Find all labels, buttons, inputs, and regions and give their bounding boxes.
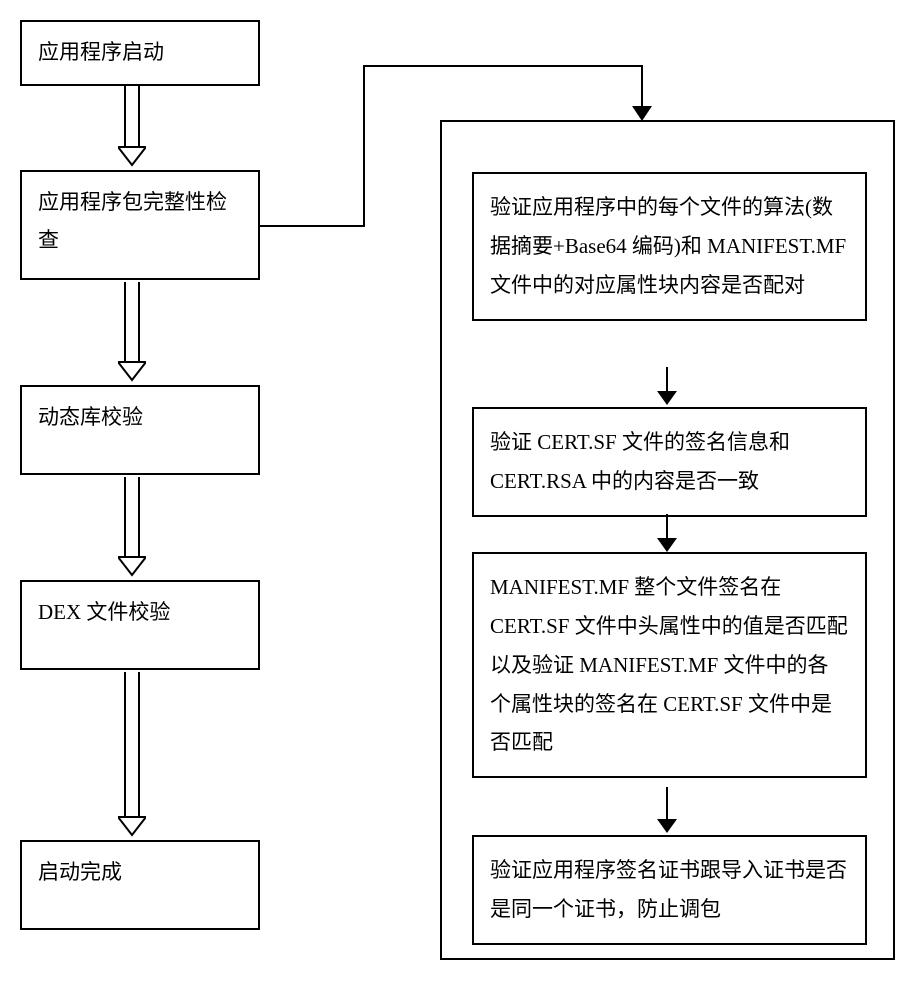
connector-v2 [641,65,643,111]
arrow-sub-1 [657,367,677,407]
connector-h2 [363,65,643,67]
connector-v1 [363,65,365,227]
arrow-down-3 [118,477,146,577]
step-label: 应用程序包完整性检查 [38,190,227,252]
connector-h1 [260,225,365,227]
step-dynamic-lib-check: 动态库校验 [20,385,260,475]
arrow-sub-2 [657,514,677,554]
step-launch-complete: 启动完成 [20,840,260,930]
substep-verify-certsf: 验证 CERT.SF 文件的签名信息和 CERT.RSA 中的内容是否一致 [472,407,867,517]
arrow-down-4 [118,672,146,837]
arrow-down-1 [118,85,146,167]
arrow-sub-3 [657,787,677,835]
substep-label: 验证应用程序中的每个文件的算法(数据摘要+Base64 编码)和 MANIFES… [490,195,846,297]
step-label: 启动完成 [38,860,122,884]
step-app-launch: 应用程序启动 [20,20,260,86]
detail-panel: 验证应用程序中的每个文件的算法(数据摘要+Base64 编码)和 MANIFES… [440,120,895,960]
substep-label: MANIFEST.MF 整个文件签名在 CERT.SF 文件中头属性中的值是否匹… [490,575,848,754]
substep-label: 验证 CERT.SF 文件的签名信息和 CERT.RSA 中的内容是否一致 [490,430,790,493]
step-label: DEX 文件校验 [38,600,170,624]
substep-label: 验证应用程序签名证书跟导入证书是否是同一个证书，防止调包 [490,858,847,921]
step-label: 动态库校验 [38,405,143,429]
step-label: 应用程序启动 [38,40,164,64]
substep-verify-cert-match: 验证应用程序签名证书跟导入证书是否是同一个证书，防止调包 [472,835,867,945]
step-dex-check: DEX 文件校验 [20,580,260,670]
arrow-down-2 [118,282,146,382]
step-integrity-check: 应用程序包完整性检查 [20,170,260,280]
substep-verify-manifest: MANIFEST.MF 整个文件签名在 CERT.SF 文件中头属性中的值是否匹… [472,552,867,778]
substep-verify-files: 验证应用程序中的每个文件的算法(数据摘要+Base64 编码)和 MANIFES… [472,172,867,321]
